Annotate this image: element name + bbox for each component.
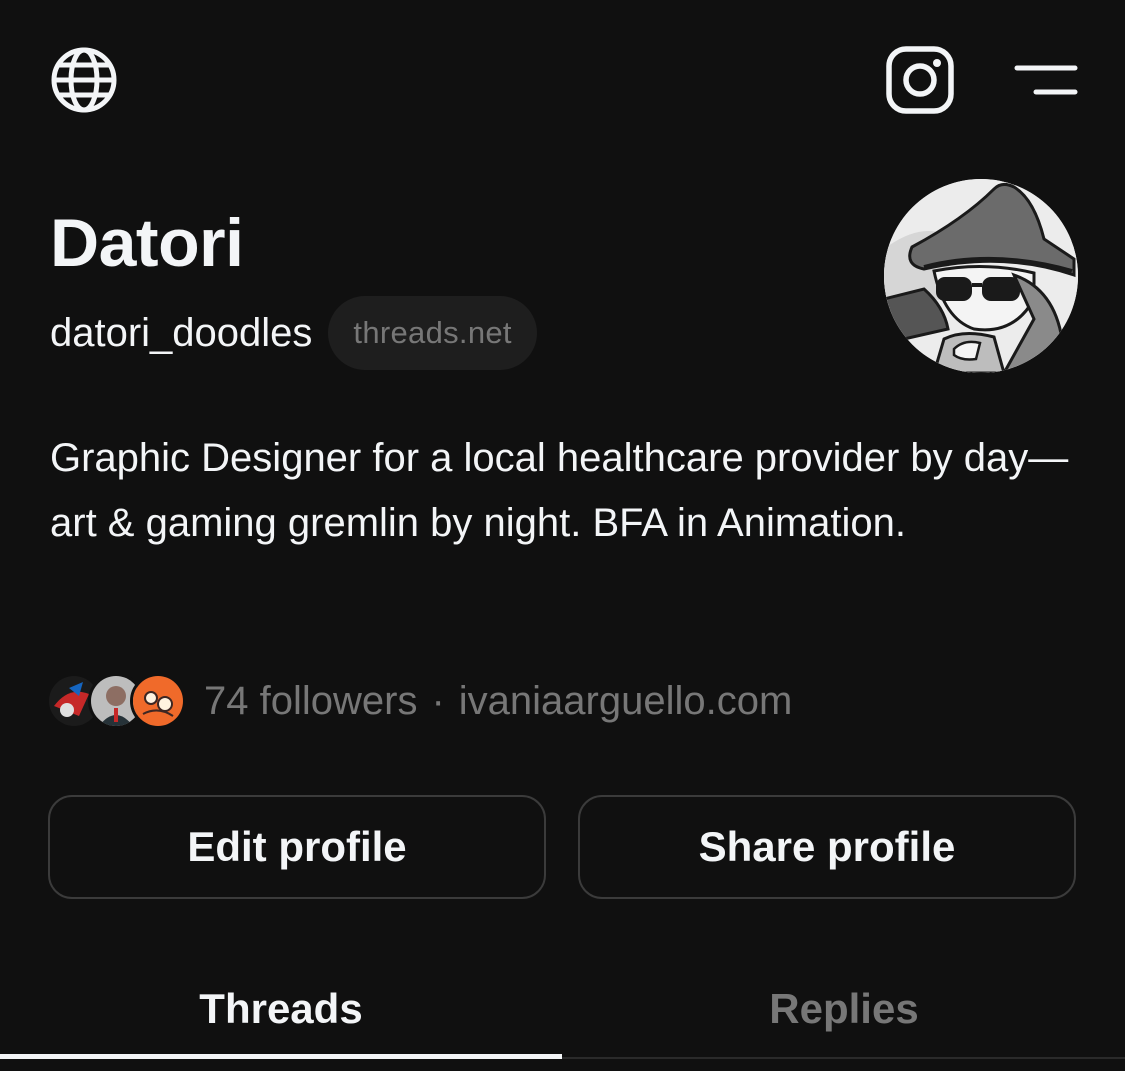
avatar[interactable] bbox=[884, 179, 1078, 373]
tab-threads[interactable]: Threads bbox=[0, 960, 562, 1058]
profile-bio: Graphic Designer for a local healthcare … bbox=[50, 436, 1069, 545]
separator-dot: · bbox=[431, 679, 445, 723]
profile-handle: datori_doodles bbox=[50, 311, 313, 355]
profile-name: Datori bbox=[50, 205, 244, 281]
followers-info: 74 followers · ivaniaarguello.com bbox=[204, 670, 792, 732]
follower-avatar bbox=[130, 673, 186, 729]
globe-icon[interactable] bbox=[50, 46, 118, 114]
tab-replies[interactable]: Replies bbox=[563, 960, 1125, 1058]
followers-count[interactable]: 74 followers bbox=[204, 670, 417, 732]
handle-row: datori_doodles threads.net bbox=[50, 296, 537, 370]
instagram-icon[interactable] bbox=[886, 46, 954, 114]
share-profile-button[interactable]: Share profile bbox=[578, 795, 1076, 899]
menu-icon[interactable] bbox=[1014, 58, 1078, 102]
tab-active-indicator bbox=[0, 1054, 562, 1059]
profile-page: Datori datori_doodles threads.net Graphi… bbox=[0, 0, 1125, 1071]
edit-profile-button[interactable]: Edit profile bbox=[48, 795, 546, 899]
followers-row[interactable]: 74 followers · ivaniaarguello.com bbox=[46, 670, 792, 732]
avatar-illustration bbox=[884, 179, 1078, 373]
website-link[interactable]: ivaniaarguello.com bbox=[459, 670, 793, 732]
domain-badge[interactable]: threads.net bbox=[328, 296, 537, 370]
